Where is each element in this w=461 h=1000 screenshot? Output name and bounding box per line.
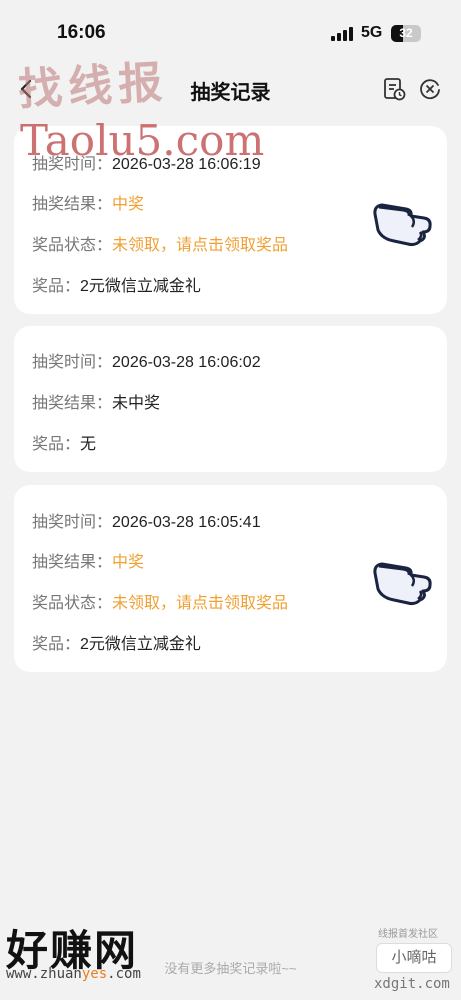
prize-row: 奖品：2元微信立减金礼 (32, 272, 201, 296)
draw-result-label: 抽奖结果： (32, 395, 113, 412)
document-clock-icon (384, 78, 406, 101)
prize-status-row[interactable]: 奖品状态：未领取，请点击领取奖品 (32, 589, 288, 613)
prize-value: 2元微信立减金礼 (80, 278, 201, 295)
prize-row: 奖品：无 (32, 430, 96, 454)
claim-prize-link[interactable]: 未领取，请点击领取奖品 (112, 237, 288, 254)
prize-label: 奖品： (32, 278, 81, 295)
prize-value: 2元微信立减金礼 (80, 636, 201, 653)
watermark-side-badge: 小嘀咕 (376, 943, 452, 973)
record-card[interactable]: 抽奖时间：2026-03-28 16:06:02 抽奖结果：未中奖 奖品：无 (14, 326, 447, 472)
draw-result-value: 中奖 (112, 554, 145, 571)
battery-level: 32 (399, 26, 413, 40)
pointing-hand-icon (373, 562, 432, 606)
draw-result-value: 未中奖 (112, 395, 161, 412)
draw-time-value: 2026-03-28 16:05:41 (112, 514, 261, 531)
draw-time-row: 抽奖时间：2026-03-28 16:05:41 (32, 508, 261, 532)
draw-result-label: 抽奖结果： (32, 554, 113, 571)
close-circle-icon (420, 79, 440, 100)
draw-result-value: 中奖 (112, 196, 145, 213)
draw-result-row: 抽奖结果：未中奖 (32, 389, 160, 413)
draw-time-label: 抽奖时间： (32, 354, 113, 371)
prize-label: 奖品： (32, 436, 81, 453)
record-card[interactable]: 抽奖时间：2026-03-28 16:06:19 抽奖结果：中奖 奖品状态：未领… (14, 126, 447, 314)
close-button[interactable] (417, 76, 443, 102)
watermark-side-small: 线报首发社区 (378, 929, 438, 940)
draw-time-row: 抽奖时间：2026-03-28 16:06:02 (32, 348, 261, 372)
record-card[interactable]: 抽奖时间：2026-03-28 16:05:41 抽奖结果：中奖 奖品状态：未领… (14, 485, 447, 672)
draw-time-row: 抽奖时间：2026-03-28 16:06:19 (32, 150, 261, 174)
draw-time-value: 2026-03-28 16:06:02 (112, 354, 261, 371)
claim-pointer-button[interactable] (372, 555, 436, 609)
prize-status-row[interactable]: 奖品状态：未领取，请点击领取奖品 (32, 231, 288, 255)
records-filter-button[interactable] (381, 76, 407, 102)
prize-label: 奖品： (32, 636, 81, 653)
signal-icon (331, 27, 355, 41)
network-type: 5G (361, 24, 383, 41)
watermark-side-url: xdgit.com (374, 976, 450, 992)
pointing-hand-icon (373, 203, 432, 247)
draw-result-label: 抽奖结果： (32, 196, 113, 213)
draw-time-value: 2026-03-28 16:06:19 (112, 156, 261, 173)
status-bar: 16:06 5G 32 (0, 0, 461, 64)
prize-status-label: 奖品状态： (32, 237, 113, 254)
draw-result-row: 抽奖结果：中奖 (32, 190, 144, 214)
draw-time-label: 抽奖时间： (32, 156, 113, 173)
status-time: 16:06 (57, 22, 106, 43)
claim-prize-link[interactable]: 未领取，请点击领取奖品 (112, 595, 288, 612)
battery-icon: 32 (391, 25, 421, 42)
draw-time-label: 抽奖时间： (32, 514, 113, 531)
prize-status-label: 奖品状态： (32, 595, 113, 612)
claim-pointer-button[interactable] (372, 196, 436, 250)
draw-result-row: 抽奖结果：中奖 (32, 548, 144, 572)
prize-row: 奖品：2元微信立减金礼 (32, 630, 201, 654)
prize-value: 无 (80, 436, 97, 453)
nav-bar: 抽奖记录 (0, 64, 461, 114)
